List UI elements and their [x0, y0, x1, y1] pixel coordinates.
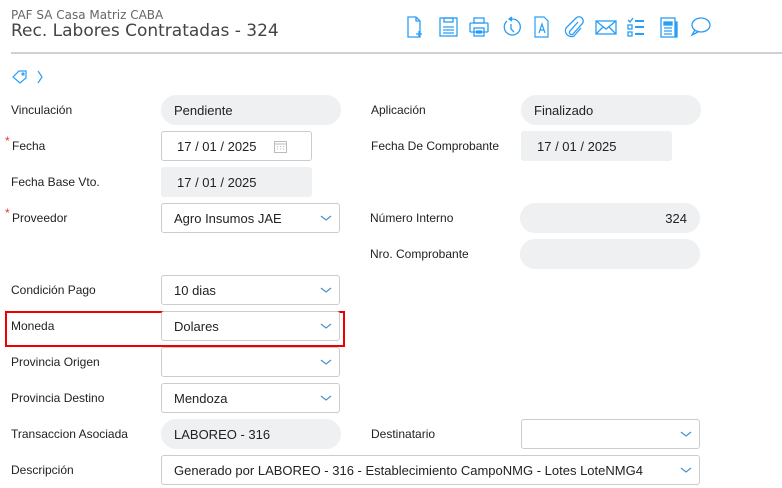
nro-comprobante-field — [520, 239, 700, 269]
chevron-down-icon — [320, 395, 332, 401]
moneda-value: Dolares — [174, 318, 219, 334]
numero-interno-label: Número Interno — [370, 211, 454, 225]
provincia-destino-select[interactable]: Mendoza — [161, 383, 340, 413]
fecha-comprobante-field: 17 / 01 / 2025 — [521, 131, 672, 161]
provincia-destino-label: Provincia Destino — [11, 391, 105, 405]
page-title: Rec. Labores Contratadas - 324 — [11, 21, 279, 41]
tag-icon[interactable] — [12, 70, 28, 89]
descripcion-label: Descripción — [11, 463, 74, 477]
moneda-select[interactable]: Dolares — [161, 311, 340, 341]
fecha-base-field: 17 / 01 / 2025 — [161, 167, 312, 197]
print-icon[interactable] — [468, 16, 489, 38]
fecha-label: Fecha — [5, 134, 45, 153]
aplicacion-field: Finalizado — [521, 95, 701, 125]
chevron-down-icon — [680, 467, 692, 473]
condicion-pago-value: 10 dias — [174, 282, 216, 298]
vinculacion-field: Pendiente — [161, 95, 341, 125]
chevron-down-icon — [320, 215, 332, 221]
tag-bar — [12, 70, 44, 89]
save-icon[interactable] — [437, 16, 458, 38]
fecha-base-label: Fecha Base Vto. — [11, 175, 100, 189]
calendar-icon[interactable] — [274, 140, 287, 156]
vinculacion-label: Vinculación — [11, 103, 73, 117]
numero-interno-field: 324 — [520, 203, 700, 233]
header-divider — [11, 52, 782, 54]
company-name: PAF SA Casa Matriz CABA — [11, 8, 164, 22]
chevron-down-icon — [320, 287, 332, 293]
fecha-input[interactable]: 17 / 01 / 2025 — [161, 131, 312, 161]
chevron-right-icon[interactable] — [36, 70, 44, 89]
nro-comprobante-label: Nro. Comprobante — [370, 247, 469, 261]
descripcion-value: Generado por LABOREO - 316 - Establecimi… — [174, 462, 643, 478]
chevron-down-icon — [680, 431, 692, 437]
text-document-icon[interactable] — [531, 16, 551, 38]
descripcion-select[interactable]: Generado por LABOREO - 316 - Establecimi… — [161, 455, 700, 485]
aplicacion-label: Aplicación — [371, 103, 426, 117]
history-icon[interactable] — [500, 16, 521, 38]
toolbar — [405, 16, 721, 38]
destinatario-select[interactable] — [521, 419, 700, 449]
provincia-destino-value: Mendoza — [174, 390, 228, 406]
condicion-pago-label: Condición Pago — [11, 283, 96, 297]
proveedor-label: Proveedor — [5, 206, 67, 225]
checklist-icon[interactable] — [626, 16, 646, 38]
chevron-down-icon — [320, 323, 332, 329]
provincia-origen-select[interactable] — [161, 347, 340, 377]
fecha-value: 17 / 01 / 2025 — [177, 138, 257, 154]
provincia-origen-label: Provincia Origen — [11, 355, 100, 369]
comments-icon[interactable] — [689, 16, 711, 38]
proveedor-select[interactable]: Agro Insumos JAE — [161, 203, 340, 233]
attachment-icon[interactable] — [563, 16, 584, 38]
moneda-label: Moneda — [11, 319, 55, 333]
proveedor-value: Agro Insumos JAE — [174, 210, 282, 226]
fecha-comprobante-label: Fecha De Comprobante — [371, 139, 500, 153]
transaccion-label: Transaccion Asociada — [11, 427, 128, 441]
new-document-icon[interactable] — [405, 16, 425, 38]
transaccion-field: LABOREO - 316 — [161, 419, 341, 449]
condicion-pago-select[interactable]: 10 dias — [161, 275, 340, 305]
email-icon[interactable] — [594, 16, 617, 38]
destinatario-label: Destinatario — [371, 427, 436, 441]
chevron-down-icon — [320, 359, 332, 365]
report-icon[interactable] — [658, 16, 678, 38]
